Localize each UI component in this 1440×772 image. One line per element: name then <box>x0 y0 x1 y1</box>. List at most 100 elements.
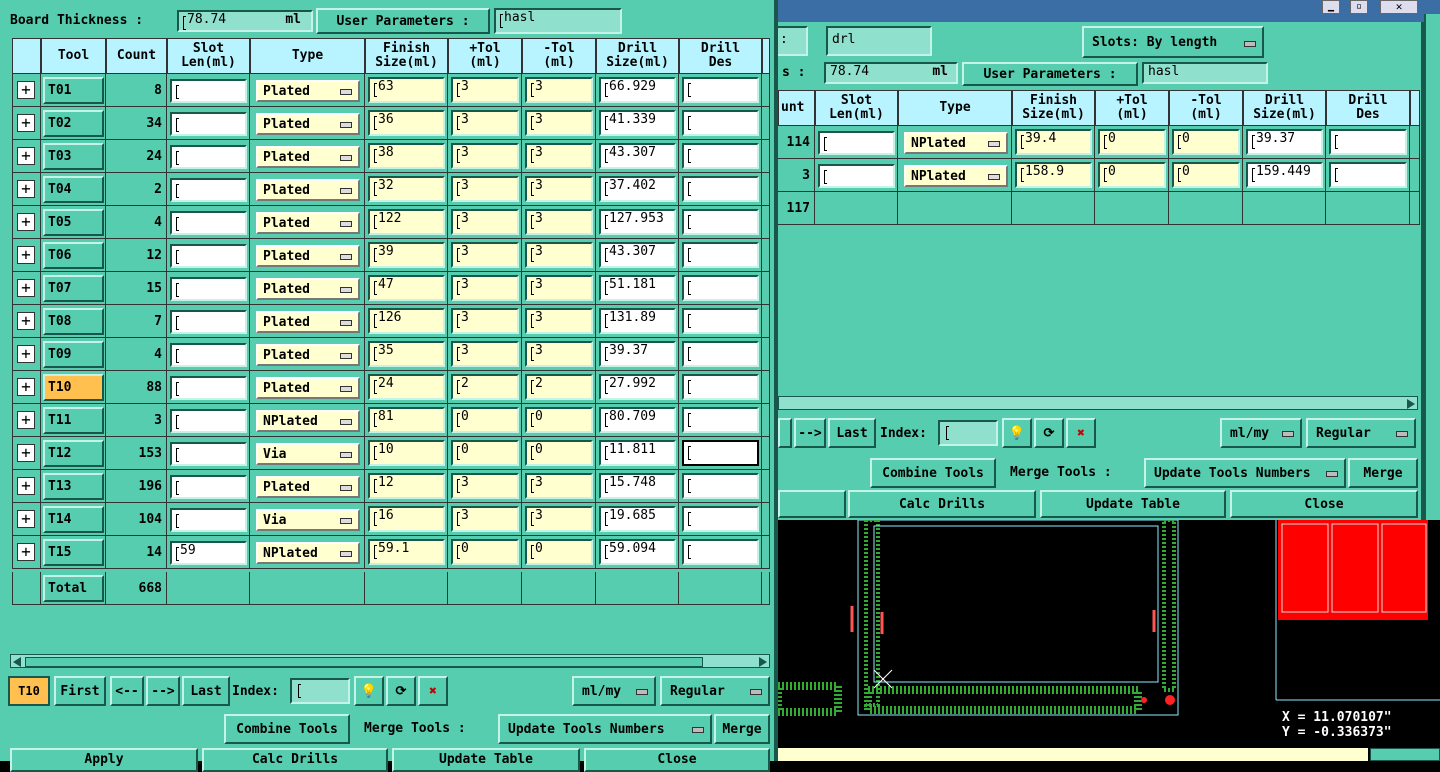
slot-length-input[interactable] <box>170 211 247 235</box>
delete-icon[interactable]: ✖ <box>1066 418 1096 448</box>
tool-button[interactable]: T05 <box>43 209 104 236</box>
expand-icon[interactable]: + <box>17 543 35 561</box>
finish-size-input[interactable]: 63 <box>368 77 445 103</box>
prev-button[interactable]: <-- <box>110 676 144 706</box>
right-close-button[interactable]: Close <box>1230 490 1418 518</box>
board-thickness-field[interactable]: 78.74 ml <box>177 10 313 32</box>
right-index-input[interactable] <box>938 420 998 446</box>
right-calc-drills-button[interactable]: Calc Drills <box>848 490 1036 518</box>
plus-tol-input[interactable]: 3 <box>451 242 519 268</box>
right-mode-select[interactable]: Regular <box>1306 418 1416 448</box>
finish-size-input[interactable]: 39.4 <box>1015 129 1092 155</box>
plus-tol-input[interactable]: 3 <box>451 473 519 499</box>
expand-icon[interactable]: + <box>17 411 35 429</box>
finish-size-input[interactable]: 158.9 <box>1015 162 1092 188</box>
drill-size-input[interactable]: 80.709 <box>599 407 676 433</box>
type-select[interactable]: Plated <box>256 476 360 498</box>
drill-des-input[interactable] <box>1329 129 1407 155</box>
plus-tol-input[interactable]: 3 <box>451 176 519 202</box>
finish-size-input[interactable]: 126 <box>368 308 445 334</box>
drill-size-input[interactable]: 59.094 <box>599 539 676 565</box>
expand-icon[interactable]: + <box>17 279 35 297</box>
drill-size-input[interactable]: 39.37 <box>599 341 676 367</box>
drill-size-input[interactable]: 43.307 <box>599 242 676 268</box>
expand-icon[interactable]: + <box>17 81 35 99</box>
expand-icon[interactable]: + <box>17 213 35 231</box>
right-merge-button[interactable]: Merge <box>1348 458 1418 488</box>
plus-tol-input[interactable]: 0 <box>1098 162 1166 188</box>
type-select[interactable]: NPlated <box>256 542 360 564</box>
update-tools-numbers-select[interactable]: Update Tools Numbers <box>498 714 712 744</box>
type-select[interactable]: Plated <box>256 344 360 366</box>
first-button[interactable]: First <box>54 676 106 706</box>
expand-icon[interactable]: + <box>17 114 35 132</box>
minus-tol-input[interactable]: 3 <box>525 209 593 235</box>
calc-drills-button[interactable]: Calc Drills <box>202 748 388 772</box>
slot-length-input[interactable] <box>818 164 895 188</box>
plus-tol-input[interactable]: 0 <box>1098 129 1166 155</box>
type-select[interactable]: Plated <box>256 212 360 234</box>
drill-des-input[interactable] <box>682 539 759 565</box>
tool-button[interactable]: T03 <box>43 143 104 170</box>
bulb-icon[interactable]: 💡 <box>354 676 384 706</box>
drill-des-input[interactable] <box>682 308 759 334</box>
slot-length-input[interactable] <box>170 178 247 202</box>
plus-tol-input[interactable]: 0 <box>451 407 519 433</box>
delete-icon[interactable]: ✖ <box>418 676 448 706</box>
right-combine-tools-button[interactable]: Combine Tools <box>870 458 996 488</box>
finish-size-input[interactable]: 24 <box>368 374 445 400</box>
drill-size-input[interactable]: 37.402 <box>599 176 676 202</box>
slot-length-input[interactable] <box>170 442 247 466</box>
tool-button[interactable]: T15 <box>43 539 104 566</box>
tool-button[interactable]: T09 <box>43 341 104 368</box>
close-button[interactable]: Close <box>584 748 770 772</box>
drill-size-input[interactable]: 127.953 <box>599 209 676 235</box>
finish-size-input[interactable]: 39 <box>368 242 445 268</box>
drill-size-input[interactable]: 41.339 <box>599 110 676 136</box>
close-window-button[interactable]: ✕ <box>1380 0 1418 14</box>
type-select[interactable]: Via <box>256 509 360 531</box>
type-select[interactable]: Plated <box>256 80 360 102</box>
minus-tol-input[interactable]: 3 <box>525 143 593 169</box>
update-table-button[interactable]: Update Table <box>392 748 580 772</box>
right-horizontal-scrollbar[interactable] <box>778 396 1418 410</box>
tool-button[interactable]: T02 <box>43 110 104 137</box>
minus-tol-input[interactable]: 3 <box>525 77 593 103</box>
plus-tol-input[interactable]: 0 <box>451 440 519 466</box>
plus-tol-input[interactable]: 3 <box>451 77 519 103</box>
units-select[interactable]: ml/my <box>572 676 656 706</box>
right-update-table-button[interactable]: Update Table <box>1040 490 1226 518</box>
finish-size-input[interactable]: 81 <box>368 407 445 433</box>
expand-icon[interactable]: + <box>17 246 35 264</box>
drill-des-input[interactable] <box>682 374 759 400</box>
finish-size-input[interactable]: 38 <box>368 143 445 169</box>
finish-size-input[interactable]: 122 <box>368 209 445 235</box>
drill-des-input[interactable] <box>682 440 759 466</box>
drill-size-input[interactable]: 51.181 <box>599 275 676 301</box>
slot-length-input[interactable] <box>170 376 247 400</box>
drill-size-input[interactable]: 66.929 <box>599 77 676 103</box>
drill-size-input[interactable]: 43.307 <box>599 143 676 169</box>
minus-tol-input[interactable]: 0 <box>525 440 593 466</box>
drill-size-input[interactable]: 159.449 <box>1246 162 1323 188</box>
finish-size-input[interactable]: 36 <box>368 110 445 136</box>
tool-button[interactable]: T11 <box>43 407 104 434</box>
scroll-right-icon[interactable] <box>759 657 767 667</box>
minus-tol-input[interactable]: 3 <box>525 341 593 367</box>
finish-size-input[interactable]: 12 <box>368 473 445 499</box>
tool-button[interactable]: T14 <box>43 506 104 533</box>
type-select[interactable]: Plated <box>256 113 360 135</box>
slots-select[interactable]: Slots: By length <box>1082 26 1264 58</box>
right-next-button[interactable]: --> <box>794 418 826 448</box>
tool-button[interactable]: T04 <box>43 176 104 203</box>
slot-length-input[interactable] <box>170 145 247 169</box>
drill-size-input[interactable]: 131.89 <box>599 308 676 334</box>
plus-tol-input[interactable]: 0 <box>451 539 519 565</box>
slot-length-input[interactable] <box>170 277 247 301</box>
plus-tol-input[interactable]: 3 <box>451 275 519 301</box>
tool-button[interactable]: T01 <box>43 77 104 104</box>
right-user-params-field[interactable]: hasl <box>1142 62 1268 84</box>
maximize-button[interactable]: ▫ <box>1350 0 1368 14</box>
plus-tol-input[interactable]: 3 <box>451 341 519 367</box>
right-thickness-field[interactable]: 78.74 ml <box>824 62 958 84</box>
